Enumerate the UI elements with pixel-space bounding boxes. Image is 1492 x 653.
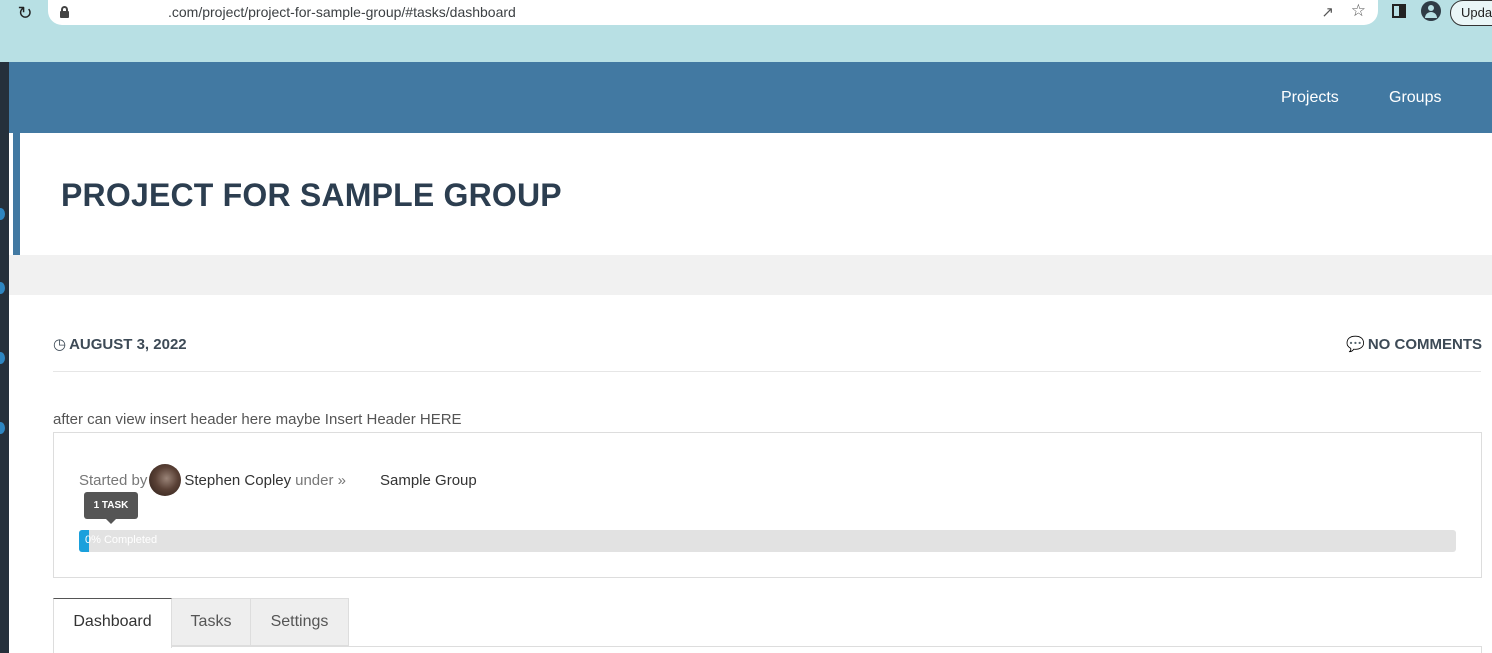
nav-link-projects[interactable]: Projects — [1281, 89, 1339, 107]
left-dock — [0, 62, 9, 653]
tab-panel-border — [1481, 646, 1482, 653]
comments-link[interactable]: 💬 NO COMMENTS — [1346, 335, 1482, 353]
group-link[interactable]: Sample Group — [380, 472, 477, 489]
project-summary: Started by Stephen Copley under » Sample… — [53, 432, 1482, 578]
side-panel-icon[interactable] — [1392, 4, 1406, 18]
comments-text: NO COMMENTS — [1367, 336, 1482, 353]
nav-link-groups[interactable]: Groups — [1389, 89, 1441, 107]
under-label: under » — [295, 471, 346, 489]
divider — [53, 371, 1481, 372]
task-count-tooltip: 1 TASK — [84, 492, 138, 524]
dock-dot[interactable] — [0, 208, 5, 220]
dock-dot[interactable] — [0, 352, 5, 364]
profile-avatar-icon[interactable] — [1421, 1, 1441, 21]
tab-dashboard[interactable]: Dashboard — [53, 598, 172, 648]
bookmark-star-icon[interactable]: ☆ — [1351, 1, 1366, 21]
page-header: PROJECT FOR SAMPLE GROUP — [9, 133, 1492, 255]
author-link[interactable]: Stephen Copley — [184, 472, 291, 489]
dock-dot[interactable] — [0, 422, 5, 434]
address-bar[interactable]: .com/project/project-for-sample-group/#t… — [48, 0, 1378, 25]
dock-dot[interactable] — [0, 282, 5, 294]
post-date-text: AUGUST 3, 2022 — [69, 336, 187, 353]
lock-icon[interactable] — [60, 6, 69, 18]
share-icon[interactable]: ↗ — [1321, 3, 1334, 21]
progress-bar: 0% Completed — [79, 530, 1456, 552]
header-spacer — [9, 255, 1492, 295]
progress-text: 0% Completed — [85, 534, 158, 546]
site-navigation: Projects Groups — [9, 62, 1492, 133]
project-tabs: Dashboard Tasks Settings — [53, 598, 349, 648]
post-date: ◷ AUGUST 3, 2022 — [53, 335, 187, 353]
started-by-line: Started by Stephen Copley under » Sample… — [79, 464, 477, 496]
page-title: PROJECT FOR SAMPLE GROUP — [61, 177, 562, 213]
tab-tasks[interactable]: Tasks — [172, 598, 251, 646]
browser-toolbar: ↻ .com/project/project-for-sample-group/… — [0, 0, 1492, 63]
avatar[interactable] — [149, 464, 182, 496]
tab-settings[interactable]: Settings — [251, 598, 349, 646]
tab-panel-border — [172, 646, 1482, 647]
update-button[interactable]: Updat — [1450, 0, 1492, 26]
started-by-label: Started by — [79, 471, 148, 489]
header-accent-bar — [13, 133, 20, 255]
tab-panel-border — [53, 646, 54, 653]
comments-icon: 💬 — [1346, 336, 1365, 353]
clock-icon: ◷ — [53, 336, 67, 353]
reload-icon[interactable]: ↻ — [14, 2, 36, 24]
address-bar-url: .com/project/project-for-sample-group/#t… — [168, 4, 516, 20]
intro-text: after can view insert header here maybe … — [53, 411, 462, 428]
